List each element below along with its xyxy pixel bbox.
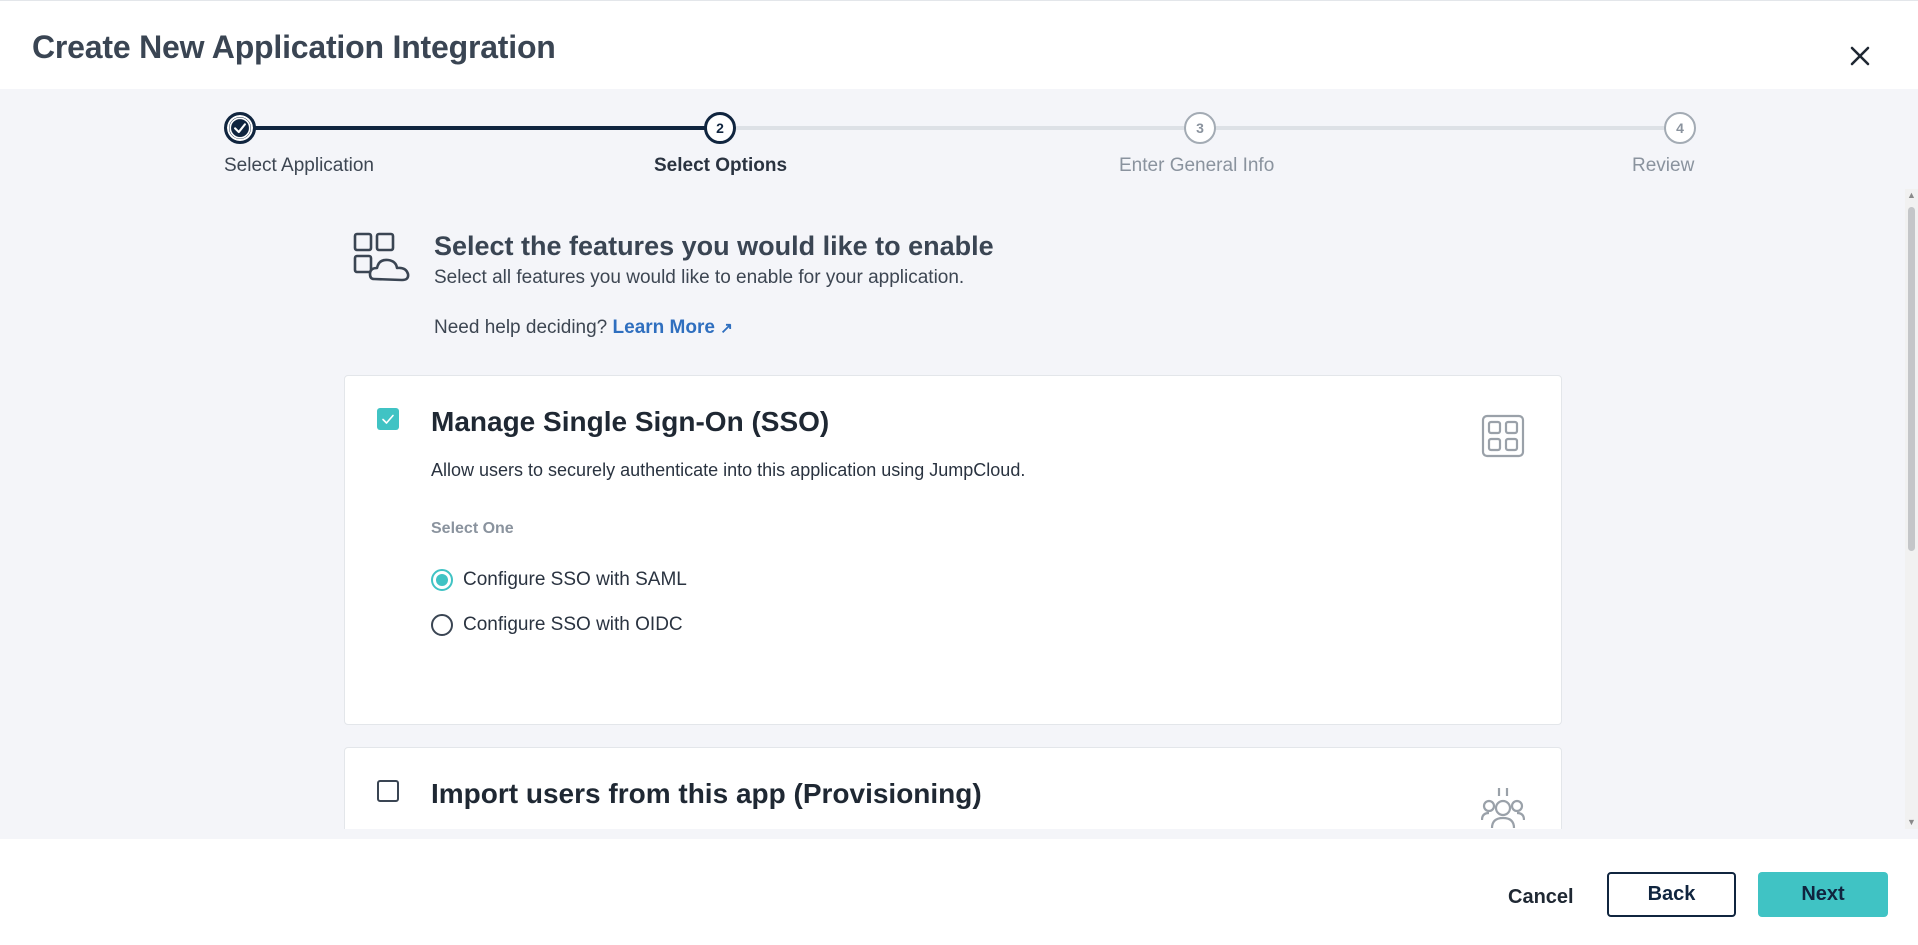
provisioning-checkbox[interactable] (377, 780, 399, 802)
radio-saml[interactable] (431, 569, 453, 591)
step-1-label: Select Application (224, 155, 374, 176)
provisioning-feature-card: Import users from this app (Provisioning… (344, 747, 1562, 829)
step-4-label: Review (1632, 155, 1695, 176)
modal-header: Create New Application Integration (0, 0, 1918, 89)
check-icon (229, 117, 251, 139)
step-connector-complete (240, 126, 720, 130)
provisioning-card-title: Import users from this app (Provisioning… (431, 778, 982, 809)
radio-oidc-label: Configure SSO with OIDC (463, 614, 683, 635)
users-import-icon (1480, 786, 1526, 829)
step-1-complete-marker (224, 112, 256, 144)
sso-card-description: Allow users to securely authenticate int… (431, 460, 1026, 480)
radio-oidc[interactable] (431, 614, 453, 636)
cancel-button[interactable]: Cancel (1508, 875, 1574, 919)
help-row: Need help deciding? Learn More ↗ (434, 317, 733, 339)
features-title: Select the features you would like to en… (434, 231, 994, 261)
next-button[interactable]: Next (1758, 872, 1888, 917)
options-scroll-area: Select the features you would like to en… (0, 189, 1918, 829)
features-heading-block: Select the features you would like to en… (352, 231, 1552, 351)
scroll-down-arrow-icon[interactable]: ▼ (1907, 818, 1916, 827)
features-subtitle: Select all features you would like to en… (434, 267, 965, 288)
content-scrollbar[interactable]: ▲ ▼ (1905, 189, 1918, 829)
step-3-label: Enter General Info (1119, 155, 1275, 176)
external-link-icon: ↗ (720, 320, 733, 337)
step-3-marker: 3 (1184, 112, 1216, 144)
sso-checkbox[interactable] (377, 408, 399, 430)
close-button[interactable] (1843, 39, 1877, 73)
radio-saml-label: Configure SSO with SAML (463, 569, 687, 590)
apps-cloud-icon (352, 231, 414, 293)
step-2-label: Select Options (654, 155, 788, 176)
sso-grid-icon (1481, 414, 1525, 458)
help-prefix: Need help deciding? (434, 317, 608, 338)
select-one-label: Select One (431, 520, 514, 537)
page-title: Create New Application Integration (32, 29, 556, 65)
back-button[interactable]: Back (1607, 872, 1736, 917)
radio-option-oidc[interactable]: Configure SSO with OIDC (431, 614, 683, 636)
radio-option-saml[interactable]: Configure SSO with SAML (431, 569, 687, 591)
scroll-thumb[interactable] (1908, 207, 1915, 551)
learn-more-label: Learn More (612, 317, 715, 338)
checkmark-icon (382, 414, 394, 424)
step-4-marker: 4 (1664, 112, 1696, 144)
sso-feature-card: Manage Single Sign-On (SSO) Allow users … (344, 375, 1562, 725)
sso-card-title: Manage Single Sign-On (SSO) (431, 406, 830, 437)
close-icon (1850, 46, 1870, 66)
scroll-up-arrow-icon[interactable]: ▲ (1907, 191, 1916, 200)
step-2-marker: 2 (704, 112, 736, 144)
learn-more-link[interactable]: Learn More ↗ (613, 317, 733, 338)
modal-footer: Cancel Back Next (0, 839, 1918, 945)
